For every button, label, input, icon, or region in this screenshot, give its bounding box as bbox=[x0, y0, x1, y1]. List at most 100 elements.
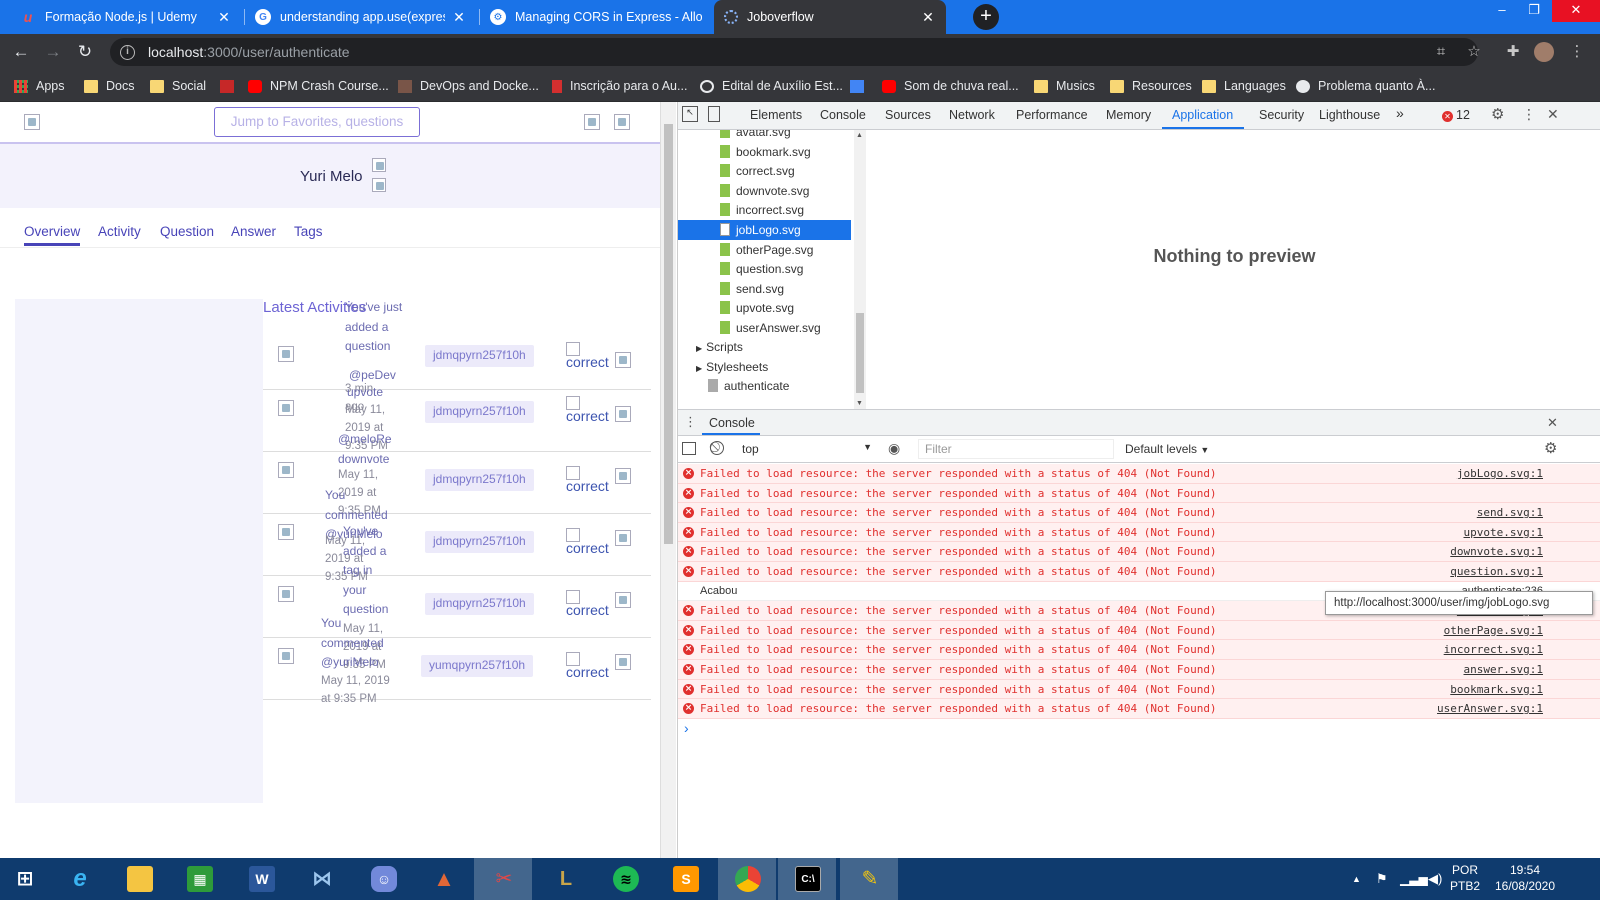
scrollbar-thumb[interactable] bbox=[664, 124, 673, 544]
bookmark-inscricao[interactable]: Inscrição para o Au... bbox=[552, 76, 687, 96]
activity-correct-image[interactable]: correct bbox=[566, 652, 609, 680]
site-info-icon[interactable]: i bbox=[120, 44, 135, 60]
network-icon[interactable]: ▁▃▅ bbox=[1400, 858, 1428, 900]
file-item[interactable]: userAnswer.svg bbox=[720, 318, 821, 338]
activity-correct-image[interactable]: correct bbox=[566, 590, 609, 618]
activity-correct-image[interactable]: correct bbox=[566, 466, 609, 494]
browser-tab-udemy[interactable]: u Formação Node.js | Udemy ✕ bbox=[10, 0, 242, 34]
search-input[interactable]: Jump to Favorites, questions bbox=[214, 107, 420, 137]
browser-tab-google[interactable]: G understanding app.use(express.st ✕ bbox=[245, 0, 477, 34]
tab-answer[interactable]: Answer bbox=[231, 224, 276, 239]
profile-avatar[interactable] bbox=[1534, 42, 1554, 62]
live-expression-eye-icon[interactable]: ◉ bbox=[888, 440, 900, 457]
league-icon[interactable]: L bbox=[536, 858, 594, 900]
file-item[interactable]: avatar.svg bbox=[720, 130, 791, 142]
browser-tab-cors[interactable]: ⚙ Managing CORS in Express - Allo bbox=[480, 0, 712, 34]
console-prompt[interactable]: › bbox=[684, 720, 689, 736]
bookmark-edital[interactable]: Edital de Auxílio Est... bbox=[700, 76, 843, 96]
source-link[interactable]: question.svg:1 bbox=[1450, 562, 1543, 581]
devtools-tab-performance[interactable]: Performance bbox=[1016, 108, 1088, 122]
language-indicator[interactable]: POR PTB2 bbox=[1450, 862, 1480, 896]
bookmark-apps[interactable]: Apps bbox=[14, 76, 65, 96]
devtools-tab-sources[interactable]: Sources bbox=[885, 108, 931, 122]
bookmark-musics[interactable]: Musics bbox=[1034, 76, 1095, 96]
minimize-icon[interactable]: ‒ bbox=[1486, 0, 1518, 22]
close-tab-icon[interactable]: ✕ bbox=[920, 9, 936, 26]
restore-icon[interactable]: ❐ bbox=[1518, 0, 1550, 22]
reload-icon[interactable]: ↻ bbox=[74, 41, 96, 63]
clear-console-icon[interactable]: ⃠ bbox=[710, 441, 724, 455]
tab-activity[interactable]: Activity bbox=[98, 224, 141, 239]
paint-icon[interactable]: ✎ bbox=[840, 858, 898, 900]
devtools-tab-security[interactable]: Security bbox=[1259, 108, 1304, 122]
word-icon[interactable]: W bbox=[232, 858, 290, 900]
page-scrollbar[interactable] bbox=[660, 102, 676, 858]
console-filter-input[interactable]: Filter bbox=[918, 439, 1114, 459]
file-item[interactable]: correct.svg bbox=[720, 161, 795, 181]
source-link[interactable]: downvote.svg:1 bbox=[1450, 542, 1543, 561]
drawer-tab-console[interactable]: Console bbox=[709, 416, 755, 430]
more-tabs-icon[interactable]: » bbox=[1396, 105, 1404, 121]
snipping-icon[interactable]: ✂ bbox=[474, 858, 532, 900]
devtools-tab-lighthouse[interactable]: Lighthouse bbox=[1319, 108, 1380, 122]
source-link[interactable]: send.svg:1 bbox=[1477, 503, 1543, 522]
close-window-icon[interactable]: ✕ bbox=[1552, 0, 1600, 22]
source-link[interactable]: userAnswer.svg:1 bbox=[1437, 699, 1543, 718]
folder-stylesheets[interactable]: ▶ Stylesheets bbox=[696, 357, 768, 377]
activity-correct-image[interactable]: correct bbox=[566, 396, 609, 424]
settings-gear-icon[interactable]: ⚙ bbox=[1491, 105, 1504, 123]
scroll-down-icon[interactable]: ▼ bbox=[856, 400, 863, 407]
logo-broken-image[interactable] bbox=[24, 114, 40, 130]
inspect-element-icon[interactable]: ↖ bbox=[682, 106, 698, 122]
bookmark-translate[interactable] bbox=[850, 76, 872, 96]
drawer-menu-icon[interactable]: ⋮ bbox=[684, 414, 697, 430]
activity-correct-image[interactable]: correct bbox=[566, 342, 609, 370]
back-arrow-icon[interactable]: ← bbox=[10, 41, 32, 63]
matlab-icon[interactable]: ▲ bbox=[414, 858, 472, 900]
notification-icon[interactable] bbox=[1574, 858, 1594, 900]
spotify-icon[interactable]: ≋ bbox=[596, 858, 654, 900]
bookmark-som-de-chuva[interactable]: Som de chuva real... bbox=[882, 76, 1019, 96]
tab-tags[interactable]: Tags bbox=[294, 224, 323, 239]
file-item-selected[interactable]: jobLogo.svg bbox=[678, 220, 851, 240]
tab-question[interactable]: Question bbox=[160, 224, 214, 239]
activity-user-badge[interactable]: jdmqpyrn257f10h bbox=[425, 593, 534, 615]
discord-icon[interactable]: ☺ bbox=[354, 858, 412, 900]
clock[interactable]: 19:54 16/08/2020 bbox=[1490, 862, 1560, 896]
file-item[interactable]: upvote.svg bbox=[720, 298, 794, 318]
bookmark-problema[interactable]: Problema quanto À... bbox=[1296, 76, 1435, 96]
scroll-up-icon[interactable]: ▲ bbox=[856, 132, 863, 139]
new-tab-button[interactable]: + bbox=[973, 4, 999, 30]
bookmark-crest[interactable] bbox=[220, 76, 242, 96]
devtools-tab-network[interactable]: Network bbox=[949, 108, 995, 122]
console-settings-icon[interactable]: ⚙ bbox=[1544, 439, 1557, 457]
scrollbar-thumb[interactable] bbox=[856, 313, 864, 393]
devtools-menu-icon[interactable]: ⋮ bbox=[1522, 106, 1536, 123]
volume-icon[interactable]: ◀) bbox=[1428, 858, 1442, 900]
bookmark-star-icon[interactable]: ☆ bbox=[1465, 43, 1483, 61]
windows-start-icon[interactable]: ⊞ bbox=[0, 858, 48, 900]
file-item[interactable]: send.svg bbox=[720, 279, 784, 299]
nav-broken-image[interactable] bbox=[584, 114, 600, 130]
terminal-icon[interactable]: C:\ bbox=[778, 858, 836, 900]
devtools-tab-memory[interactable]: Memory bbox=[1106, 108, 1151, 122]
activity-user-badge[interactable]: jdmqpyrn257f10h bbox=[425, 401, 534, 423]
close-tab-icon[interactable]: ✕ bbox=[216, 9, 232, 26]
device-toolbar-icon[interactable] bbox=[708, 106, 720, 122]
log-levels-dropdown[interactable]: Default levels ▼ bbox=[1125, 442, 1209, 456]
source-link[interactable]: jobLogo.svg:1 bbox=[1457, 464, 1543, 483]
chrome-icon[interactable] bbox=[718, 858, 776, 900]
folder-scripts[interactable]: ▶ Scripts bbox=[696, 337, 743, 357]
store-icon[interactable]: ▦ bbox=[170, 858, 228, 900]
activity-correct-image[interactable]: correct bbox=[566, 528, 609, 556]
source-link[interactable]: answer.svg:1 bbox=[1464, 660, 1543, 679]
bookmark-devops[interactable]: DevOps and Docke... bbox=[398, 76, 539, 96]
devtools-tab-console[interactable]: Console bbox=[820, 108, 866, 122]
source-link[interactable]: incorrect.svg:1 bbox=[1444, 640, 1543, 659]
menu-kebab-icon[interactable]: ⋮ bbox=[1568, 43, 1586, 61]
file-item[interactable]: incorrect.svg bbox=[720, 200, 804, 220]
source-link[interactable]: otherPage.svg:1 bbox=[1444, 621, 1543, 640]
file-explorer-icon[interactable] bbox=[110, 858, 168, 900]
close-devtools-icon[interactable]: ✕ bbox=[1547, 106, 1559, 123]
bookmark-npm-crash-course[interactable]: NPM Crash Course... bbox=[248, 76, 389, 96]
